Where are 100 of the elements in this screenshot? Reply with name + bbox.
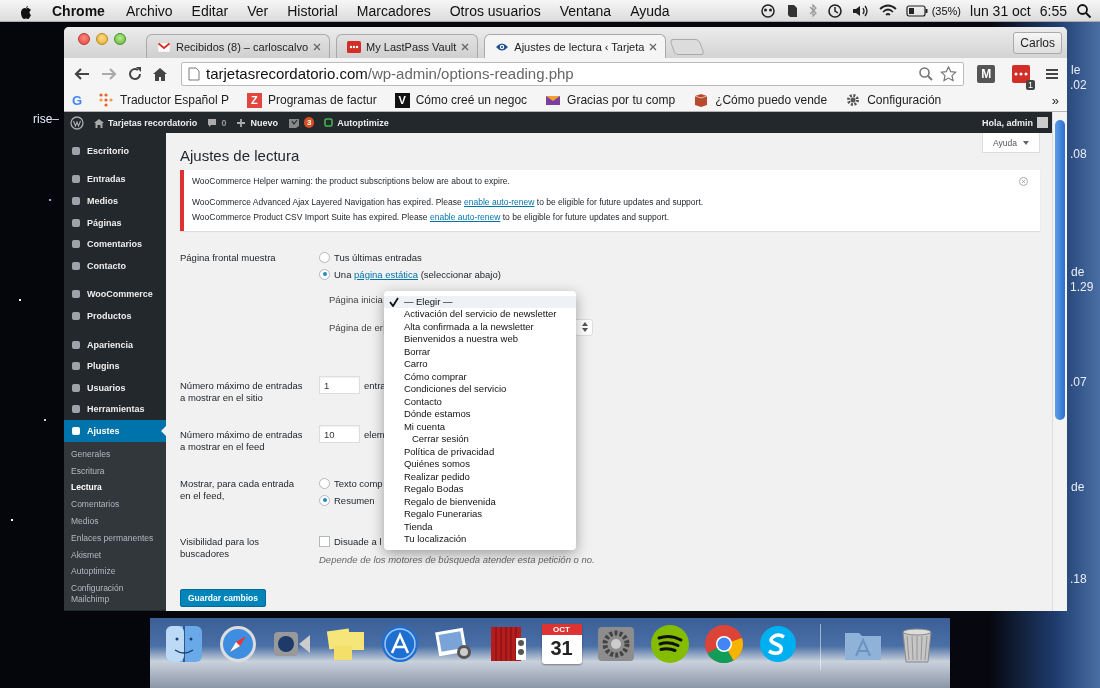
profile-button[interactable]: Carlos [1013,31,1062,54]
zoom-button[interactable] [114,32,126,45]
submenu-item[interactable]: Configuración Mailchimp [64,580,166,608]
submenu-item[interactable]: Akismet [64,546,166,564]
bookmark-link[interactable]: Traductor Español P [98,92,229,108]
submenu-item[interactable]: Autoptimize [64,563,166,581]
renew-link[interactable]: enable auto-renew [429,212,501,222]
sidebar-item[interactable]: Apariencia [64,333,166,356]
dropdown-option[interactable]: Cómo comprar [383,370,576,383]
help-button[interactable]: Ayuda [982,133,1040,153]
dropdown-option[interactable]: Regalo Funerarias [383,508,576,521]
submenu-item[interactable]: Enlaces permanentes [64,529,166,547]
dropdown-option[interactable]: Tu localización [383,533,576,546]
number-field[interactable]: 10 [319,425,360,443]
account-link[interactable]: Hola, admin [982,117,1048,128]
bookmark-link[interactable]: Gracias por tu comp [545,92,676,108]
more-bookmarks-button[interactable]: » [1051,92,1059,108]
sidebar-item[interactable]: Productos [64,305,166,327]
menu-item[interactable]: Ventana [559,2,612,19]
sidebar-item[interactable]: Entradas [64,168,166,191]
renew-link[interactable]: enable auto-renew [464,197,535,207]
dropdown-option[interactable]: Quiénes somos [383,458,576,471]
submenu-item[interactable]: Medios [64,512,166,530]
sidebar-item[interactable]: Páginas [64,211,166,234]
sidebar-item[interactable]: Comentarios [64,233,166,255]
dropdown-option[interactable]: Mi cuenta [383,420,576,433]
dropdown-option[interactable]: Regalo Bodas [383,483,576,496]
scrollbar[interactable] [1052,112,1067,611]
close-icon[interactable] [461,42,470,51]
submenu-item[interactable]: Comentarios [64,496,166,513]
sidebar-item[interactable]: Plugins [64,355,166,377]
menu-time[interactable]: 6:55 [1039,2,1067,19]
menu-item[interactable]: Historial [287,2,338,19]
s-letter-bubble-icon[interactable] [757,624,798,664]
comments-link[interactable]: 0 [207,117,227,128]
sound-waves-icon[interactable] [649,624,690,664]
dropdown-option[interactable]: Regalo de bienvenida [383,495,576,508]
dropdown-option[interactable]: Cerrar sesión [383,433,576,446]
number-field[interactable]: 1 [319,376,360,394]
sidebar-item[interactable]: Herramientas [64,398,166,421]
battery-icon[interactable] [905,4,928,17]
bookmark-link[interactable]: V Cómo creé un negoc [394,92,528,108]
dropdown-option[interactable]: Alta confirmada a la newsletter [383,320,576,333]
sidebar-item[interactable]: Escritorio [64,140,166,162]
dropdown-option[interactable]: Política de privacidad [383,445,576,458]
reload-icon[interactable] [127,65,143,82]
browser-tab[interactable]: Ajustes de lectura ‹ Tarjeta [484,34,667,58]
close-button[interactable] [78,32,90,45]
calendar-icon[interactable]: OCT 31 [541,624,582,664]
bookmark-link[interactable]: Z Programas de factur [246,92,377,108]
menu-item[interactable]: Ayuda [630,2,670,19]
scroll-thumb[interactable] [1055,120,1065,420]
dropdown-option[interactable]: Carro [383,358,576,371]
back-icon[interactable] [73,65,91,82]
dropdown-option[interactable]: Condiciones del servicio [383,383,576,396]
home-icon[interactable] [152,65,168,82]
dropdown-option[interactable]: Dónde estamos [383,408,576,421]
address-field[interactable]: tarjetasrecordatorio.com/wp-admin/options-reading.php [181,61,965,86]
browser-tab[interactable]: My LastPass Vault [336,34,479,58]
menu-item[interactable]: Marcadores [356,2,431,19]
submenu-item[interactable]: Lectura [64,479,166,497]
dropdown-option[interactable]: Borrar [383,345,576,358]
site-link[interactable]: Tarjetas recordatorio [94,117,198,128]
dropdown-option[interactable]: Contacto [383,395,576,408]
extension-button[interactable]: M [977,64,995,83]
clock-icon[interactable] [826,2,843,19]
menu-item[interactable]: Otros usuarios [449,2,541,19]
sidebar-item[interactable]: Ajustes [64,420,166,442]
submenu-item[interactable]: Generales [64,445,166,463]
checkbox[interactable] [319,535,330,547]
dropdown-option[interactable]: Realizar pedido [383,470,576,483]
radio-button[interactable] [319,251,330,263]
speaker-icon[interactable] [851,3,870,18]
bookmark-link[interactable]: ¿Cómo puedo vende [693,92,828,108]
sidebar-item[interactable]: Usuarios [64,376,166,399]
menu-item[interactable]: Ver [247,2,269,19]
radio-button[interactable] [319,477,330,489]
gear-icon[interactable] [595,624,636,664]
dropdown-option[interactable]: Bienvenidos a nuestra web [383,333,576,346]
sidebar-item[interactable]: Contacto [64,254,166,277]
color-wheel-icon[interactable] [703,624,744,664]
radio-button[interactable] [319,494,330,506]
browser-tab[interactable]: Recibidos (8) – carloscalvo [146,34,331,58]
save-button[interactable]: Guardar cambios [180,589,266,607]
dropdown-option[interactable]: Tienda [383,520,576,533]
radio-button[interactable] [319,268,330,280]
sidebar-item[interactable]: Medios [64,190,166,212]
menu-date[interactable]: lun 31 oct [970,2,1031,19]
extension-button[interactable] [1012,64,1030,83]
page-link[interactable]: página estática [354,268,418,280]
star-icon[interactable] [940,65,958,82]
close-icon[interactable] [649,42,658,51]
menu-item[interactable]: Chrome [52,2,105,19]
bluetooth-icon[interactable] [807,3,818,18]
dropdown-option[interactable]: Activación del servicio de newsletter [383,308,576,321]
search-icon[interactable] [1076,2,1092,19]
dropdown-option[interactable]: — Elegir — [383,295,576,308]
compass-icon[interactable] [217,624,258,664]
wifi-icon[interactable] [878,3,897,18]
plugin-link[interactable]: Autoptimize [324,117,389,128]
